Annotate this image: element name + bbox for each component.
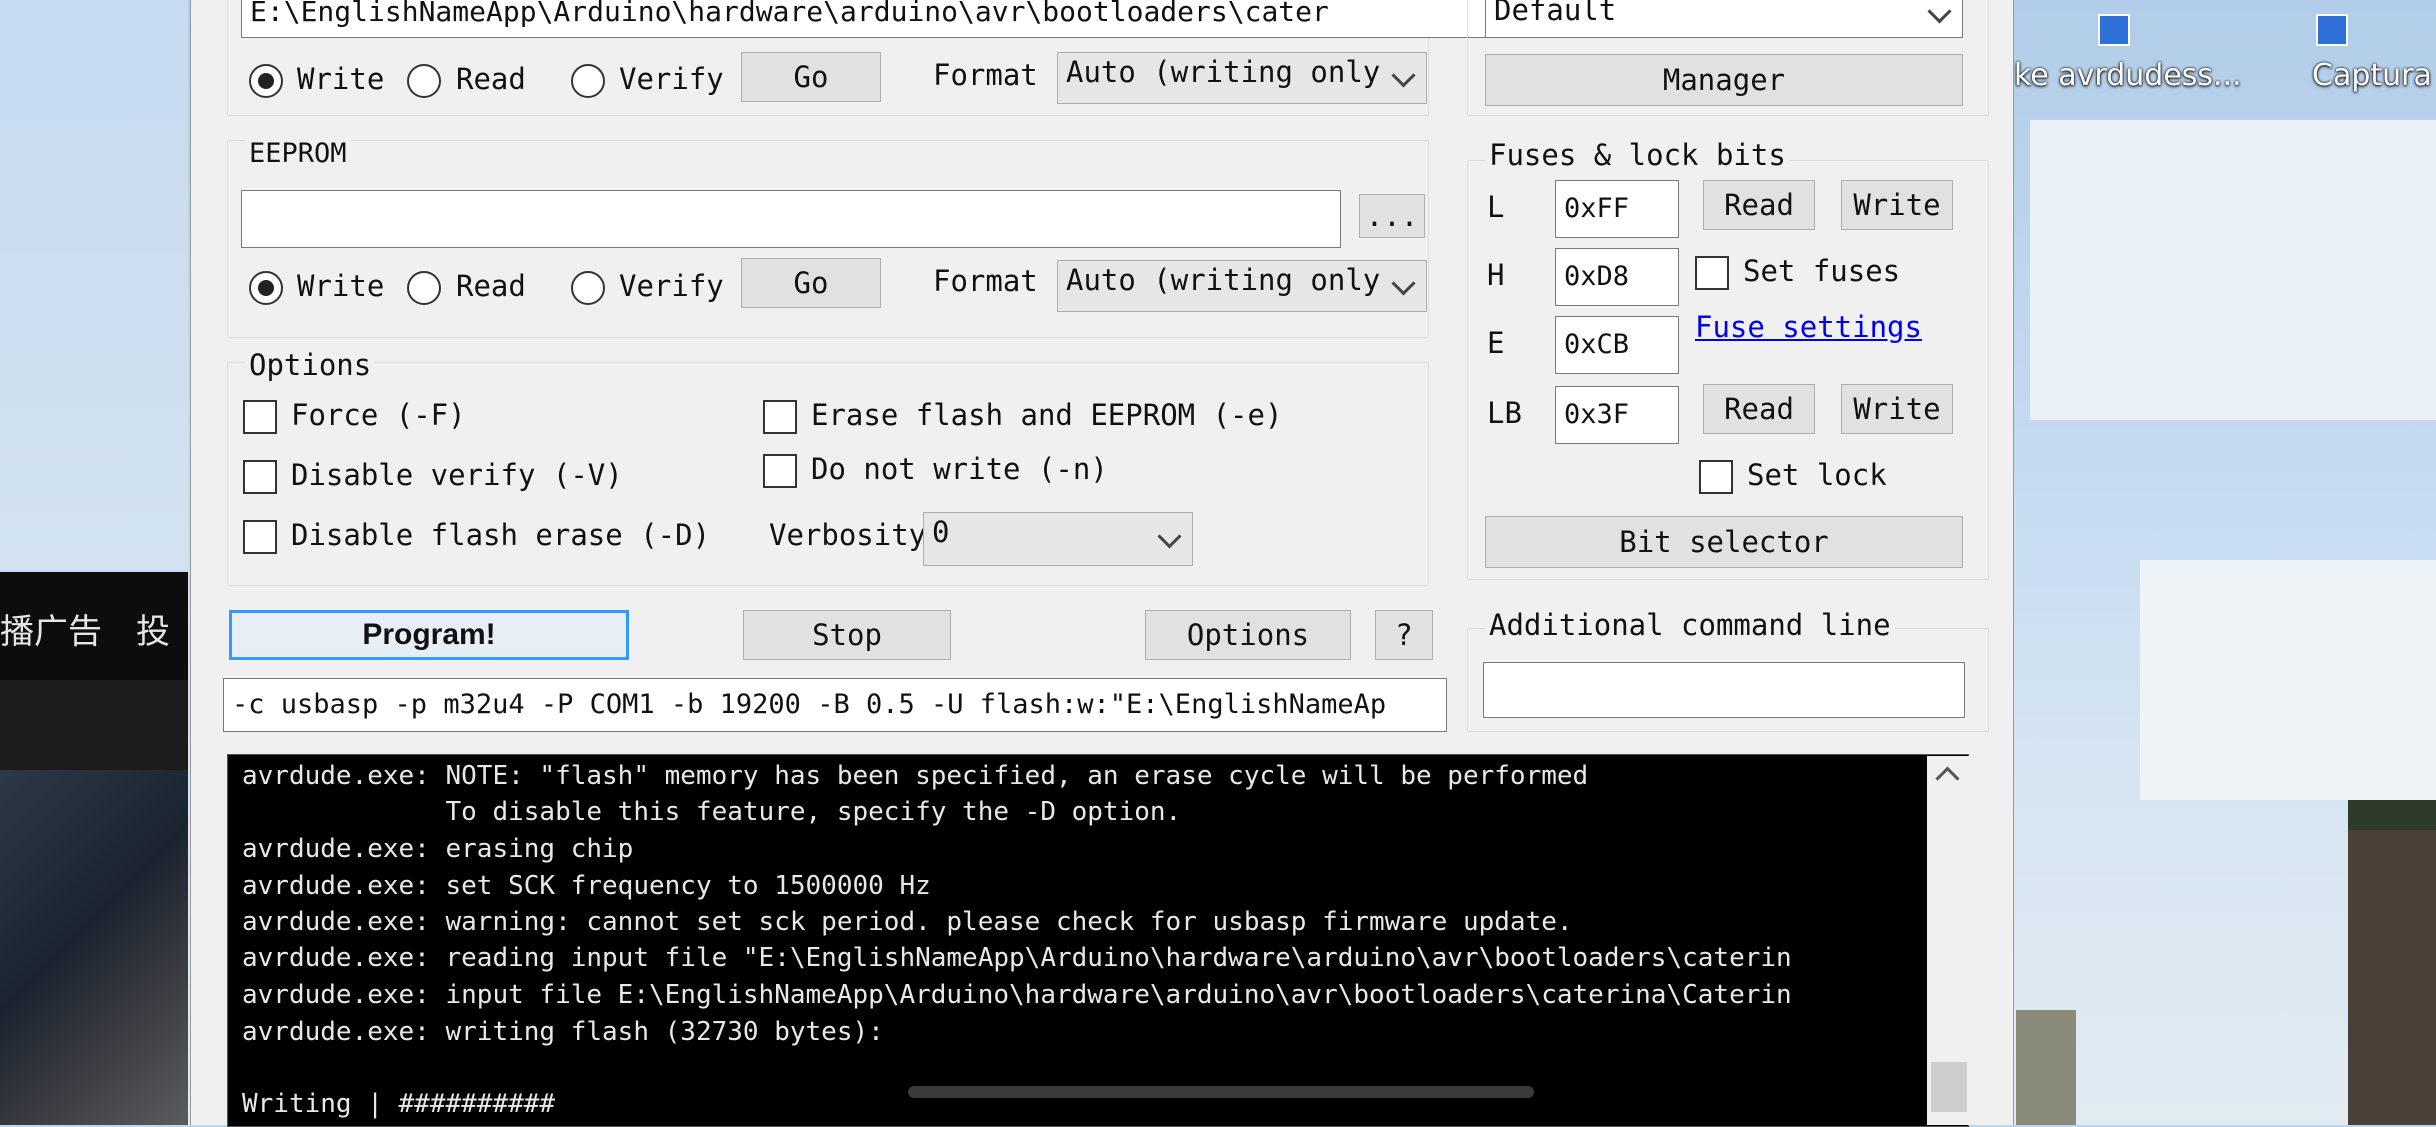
scenery-block (2348, 800, 2436, 1125)
fuse-h-input[interactable]: 0xD8 (1555, 248, 1679, 306)
eeprom-verify-label: Verify (619, 269, 724, 303)
flash-verify-radio[interactable] (571, 64, 605, 98)
do-not-write-checkbox[interactable] (763, 454, 797, 488)
fuses-read-button[interactable]: Read (1703, 180, 1815, 230)
flash-read-label: Read (456, 62, 526, 96)
fuse-settings-link[interactable]: Fuse settings (1695, 310, 1922, 344)
fuses-title: Fuses & lock bits (1485, 138, 1790, 172)
erase-flash-eeprom-checkbox[interactable] (763, 400, 797, 434)
flash-write-radio[interactable] (249, 64, 283, 98)
flash-format-label: Format (933, 58, 1038, 92)
stop-button[interactable]: Stop (743, 610, 951, 660)
options-title: Options (245, 348, 376, 382)
set-lock-checkbox[interactable] (1699, 460, 1733, 494)
lock-write-button[interactable]: Write (1841, 384, 1953, 434)
verbosity-select[interactable]: 0 (923, 512, 1193, 566)
flash-verify-label: Verify (619, 62, 724, 96)
chevron-down-icon (1927, 0, 1952, 24)
flash-path-input[interactable]: E:\EnglishNameApp\Arduino\hardware\ardui… (241, 0, 1531, 38)
fuse-h-label: H (1487, 258, 1505, 292)
console-line: avrdude.exe: input file E:\EnglishNameAp… (242, 980, 1792, 1010)
eeprom-format-select[interactable]: Auto (writing only (1057, 260, 1427, 312)
fuse-l-input[interactable]: 0xFF (1555, 180, 1679, 238)
shortcut-icon[interactable] (2316, 14, 2348, 46)
console-scrollbar[interactable] (1927, 756, 1971, 1125)
console-output[interactable]: avrdude.exe: NOTE: "flash" memory has be… (227, 754, 1969, 1127)
eeprom-verify-radio[interactable] (571, 271, 605, 305)
command-line-preview[interactable]: -c usbasp -p m32u4 -P COM1 -b 19200 -B 0… (223, 678, 1447, 732)
eeprom-write-label: Write (297, 269, 385, 303)
background-window-text: 播广告 投 (0, 612, 170, 652)
scenery-block-top (2348, 800, 2436, 830)
fuse-e-label: E (1487, 326, 1505, 360)
cloud (2030, 120, 2436, 420)
fuse-l-label: L (1487, 190, 1505, 224)
fuses-write-button[interactable]: Write (1841, 180, 1953, 230)
eeprom-write-radio[interactable] (249, 271, 283, 305)
cloud (2140, 560, 2436, 800)
additional-command-title: Additional command line (1485, 608, 1895, 642)
shortcut-icon[interactable] (2098, 14, 2130, 46)
desktop-icon-label[interactable]: Captura (2312, 58, 2432, 93)
flash-write-label: Write (297, 62, 385, 96)
eeprom-read-label: Read (456, 269, 526, 303)
fuse-e-input[interactable]: 0xCB (1555, 316, 1679, 374)
console-line: To disable this feature, specify the -D … (242, 797, 1182, 827)
avrdudess-window: E:\EnglishNameApp\Arduino\hardware\ardui… (190, 0, 2014, 1127)
chevron-down-icon (1391, 63, 1416, 88)
preset-select[interactable]: Default (1485, 0, 1963, 38)
eeprom-format-label: Format (933, 264, 1038, 298)
scenery-block (2016, 1010, 2076, 1125)
scroll-up-arrow-icon[interactable] (1935, 766, 1960, 791)
background-video-thumbnail (0, 770, 188, 1125)
flash-go-button[interactable]: Go (741, 52, 881, 102)
console-line: avrdude.exe: warning: cannot set sck per… (242, 907, 1573, 937)
background-window-bar (0, 680, 188, 770)
disable-flash-erase-checkbox[interactable] (243, 520, 277, 554)
set-fuses-checkbox[interactable] (1695, 256, 1729, 290)
console-line: avrdude.exe: set SCK frequency to 150000… (242, 871, 931, 901)
scroll-thumb[interactable] (1931, 1062, 1967, 1112)
console-line: avrdude.exe: erasing chip (242, 834, 634, 864)
chevron-down-icon (1391, 271, 1416, 296)
eeprom-format-value: Auto (writing only (1066, 263, 1381, 297)
eeprom-title: EEPROM (245, 138, 351, 169)
fuse-lb-label: LB (1487, 396, 1522, 430)
additional-command-input[interactable] (1483, 662, 1965, 718)
set-fuses-label: Set fuses (1743, 254, 1901, 288)
desktop-left-area (0, 0, 188, 570)
set-lock-label: Set lock (1747, 458, 1887, 492)
do-not-write-label: Do not write (-n) (811, 452, 1108, 486)
bit-selector-button[interactable]: Bit selector (1485, 516, 1963, 568)
force-checkbox[interactable] (243, 400, 277, 434)
options-button[interactable]: Options (1145, 610, 1351, 660)
disable-flash-erase-label: Disable flash erase (-D) (291, 518, 711, 552)
console-line: Writing | ########## (242, 1089, 556, 1119)
home-indicator (908, 1086, 1534, 1098)
eeprom-browse-button[interactable]: ... (1359, 194, 1425, 238)
chevron-down-icon (1157, 524, 1182, 549)
flash-format-value: Auto (writing only (1066, 55, 1381, 89)
eeprom-path-input[interactable] (241, 190, 1341, 248)
disable-verify-checkbox[interactable] (243, 460, 277, 494)
disable-verify-label: Disable verify (-V) (291, 458, 623, 492)
verbosity-value: 0 (932, 515, 950, 549)
force-label: Force (-F) (291, 398, 466, 432)
console-line: avrdude.exe: NOTE: "flash" memory has be… (242, 761, 1589, 791)
erase-flash-eeprom-label: Erase flash and EEPROM (-e) (811, 398, 1283, 432)
manager-button[interactable]: Manager (1485, 54, 1963, 106)
eeprom-go-button[interactable]: Go (741, 258, 881, 308)
flash-format-select[interactable]: Auto (writing only (1057, 52, 1427, 104)
eeprom-read-radio[interactable] (407, 271, 441, 305)
desktop-icon-label[interactable]: ke avrdudess... (2014, 58, 2242, 93)
flash-read-radio[interactable] (407, 64, 441, 98)
program-button[interactable]: Program! (229, 610, 629, 660)
verbosity-label: Verbosity (769, 518, 927, 552)
help-button[interactable]: ? (1375, 610, 1433, 660)
console-line: avrdude.exe: reading input file "E:\Engl… (242, 943, 1792, 973)
preset-value: Default (1494, 0, 1617, 27)
lock-read-button[interactable]: Read (1703, 384, 1815, 434)
fuse-lb-input[interactable]: 0x3F (1555, 386, 1679, 444)
console-line: avrdude.exe: writing flash (32730 bytes)… (242, 1017, 884, 1047)
